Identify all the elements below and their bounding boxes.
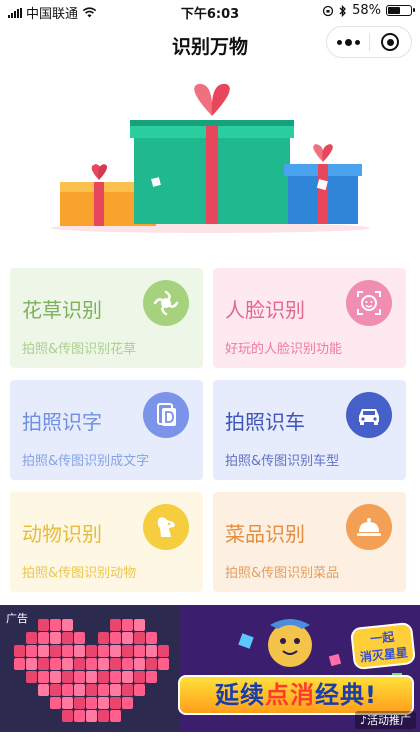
card-subtitle: 好玩的人脸识别功能 bbox=[225, 342, 343, 357]
card-subtitle: 拍照&传图识别动物 bbox=[22, 566, 137, 581]
game-logo: 一起 消灭星星 bbox=[349, 621, 417, 671]
ad-promo-text: 活动推广 bbox=[367, 714, 411, 727]
card-title: 拍照识车 bbox=[225, 410, 305, 434]
music-note-icon: ♪ bbox=[359, 714, 367, 727]
flower-icon bbox=[143, 280, 189, 326]
ad-slogan: 延续点消经典! bbox=[178, 675, 414, 715]
face-icon bbox=[346, 280, 392, 326]
card-subtitle: 拍照&传图识别花草 bbox=[22, 342, 137, 357]
card-text-recognition[interactable]: 拍照识字 拍照&传图识别成文字 bbox=[10, 380, 203, 480]
bluetooth-icon bbox=[339, 4, 347, 17]
card-title: 动物识别 bbox=[22, 522, 102, 546]
card-flower-recognition[interactable]: 花草识别 拍照&传图识别花草 bbox=[10, 268, 203, 368]
card-car-recognition[interactable]: 拍照识车 拍照&传图识别车型 bbox=[213, 380, 406, 480]
card-title: 人脸识别 bbox=[225, 298, 305, 322]
nav-bar: 识别万物 bbox=[0, 22, 420, 64]
close-icon bbox=[381, 33, 400, 51]
mini-program-capsule bbox=[326, 26, 412, 58]
document-icon bbox=[143, 392, 189, 438]
dog-icon bbox=[143, 504, 189, 550]
car-icon bbox=[346, 392, 392, 438]
card-subtitle: 拍照&传图识别菜品 bbox=[225, 566, 340, 581]
gift-boxes-illustration bbox=[50, 83, 370, 233]
battery-percent: 58% bbox=[352, 3, 381, 18]
ad-promo-tag: ♪活动推广 bbox=[354, 711, 416, 729]
ad-banner[interactable]: 广告 一起 消灭星星 延续点消经典! ♪活动推广 bbox=[0, 605, 420, 732]
card-subtitle: 拍照&传图识别成文字 bbox=[22, 454, 150, 469]
slogan-part-b: 点消 bbox=[265, 681, 316, 709]
battery-icon bbox=[386, 5, 415, 16]
card-dish-recognition[interactable]: 菜品识别 拍照&传图识别菜品 bbox=[213, 492, 406, 592]
card-subtitle: 拍照&传图识别车型 bbox=[225, 454, 340, 469]
slogan-part-a: 延续 bbox=[215, 681, 266, 709]
more-button[interactable] bbox=[327, 26, 369, 58]
status-bar: 中国联通 下午6:03 58% bbox=[0, 0, 420, 22]
card-title: 花草识别 bbox=[22, 298, 102, 322]
dish-icon bbox=[346, 504, 392, 550]
orientation-lock-icon bbox=[322, 5, 334, 16]
bottom-spacer bbox=[0, 732, 420, 747]
card-face-recognition[interactable]: 人脸识别 好玩的人脸识别功能 bbox=[213, 268, 406, 368]
slogan-part-c: 经典! bbox=[315, 681, 377, 709]
card-title: 菜品识别 bbox=[225, 522, 305, 546]
status-right: 58% bbox=[322, 3, 415, 18]
ad-label: 广告 bbox=[6, 612, 28, 625]
card-animal-recognition[interactable]: 动物识别 拍照&传图识别动物 bbox=[10, 492, 203, 592]
close-button[interactable] bbox=[370, 26, 411, 58]
card-title: 拍照识字 bbox=[22, 410, 102, 434]
